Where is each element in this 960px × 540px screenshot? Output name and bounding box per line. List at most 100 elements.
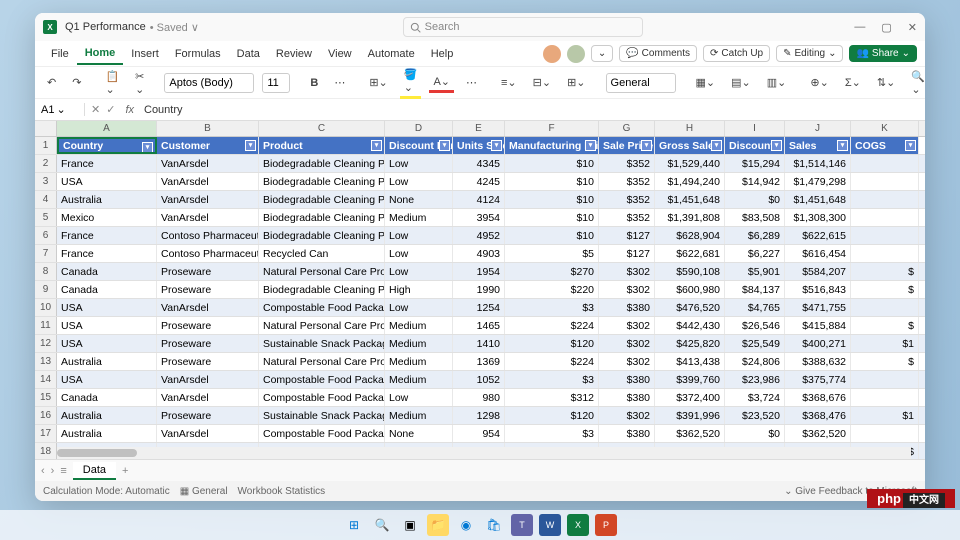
menu-view[interactable]: View (320, 44, 360, 64)
cell[interactable] (851, 209, 919, 226)
cell[interactable]: Contoso Pharmaceuticals (157, 227, 259, 244)
cell[interactable] (851, 389, 919, 406)
cell[interactable]: $312 (505, 389, 599, 406)
minimize-button[interactable]: ― (854, 21, 865, 34)
cell[interactable] (851, 227, 919, 244)
cell[interactable]: Biodegradable Cleaning Products (259, 209, 385, 226)
cell[interactable]: Medium (385, 209, 453, 226)
excel-icon[interactable]: X (567, 514, 589, 536)
cell[interactable]: Australia (57, 425, 157, 442)
cell[interactable]: Proseware (157, 263, 259, 280)
autosum-button[interactable]: Σ⌄ (841, 74, 865, 91)
table-header-cell[interactable]: Discount Band▾ (385, 137, 453, 154)
cell[interactable]: 1052 (453, 371, 505, 388)
cell[interactable]: $380 (599, 389, 655, 406)
word-icon[interactable]: W (539, 514, 561, 536)
catchup-button[interactable]: ⟳ Catch Up (703, 45, 770, 62)
format-painter-button[interactable]: ✂⌄ (131, 68, 148, 98)
cell[interactable]: $391,996 (655, 407, 725, 424)
cell[interactable]: High (385, 281, 453, 298)
cell[interactable]: Canada (57, 389, 157, 406)
workbook-stats[interactable]: Workbook Statistics (238, 486, 326, 497)
cell[interactable]: $413,438 (655, 353, 725, 370)
cell[interactable]: Biodegradable Cleaning Products (259, 227, 385, 244)
cell[interactable]: Proseware (157, 281, 259, 298)
cell[interactable]: Sustainable Snack Packaging (259, 335, 385, 352)
cell[interactable]: $270 (505, 263, 599, 280)
sheet-prev-icon[interactable]: ‹ (41, 465, 45, 477)
filter-dropdown-icon[interactable]: ▾ (641, 140, 652, 151)
row-header[interactable]: 9 (35, 281, 57, 298)
col-header[interactable]: G (599, 121, 655, 136)
cell[interactable]: VanArsdel (157, 389, 259, 406)
cell[interactable]: Canada (57, 263, 157, 280)
cell[interactable]: Biodegradable Cleaning Products (259, 155, 385, 172)
cell[interactable]: $425,820 (655, 335, 725, 352)
cell[interactable]: $84,137 (725, 281, 785, 298)
cell[interactable]: 4903 (453, 245, 505, 262)
sheet-tab[interactable]: Data (73, 462, 116, 480)
cell[interactable]: $471,755 (785, 299, 851, 316)
cell[interactable]: $368,476 (785, 407, 851, 424)
cell[interactable]: $26,546 (725, 317, 785, 334)
cell[interactable]: $127 (599, 227, 655, 244)
cell[interactable]: $6,227 (725, 245, 785, 262)
cell[interactable]: VanArsdel (157, 155, 259, 172)
cell[interactable]: VanArsdel (157, 299, 259, 316)
row-header[interactable]: 5 (35, 209, 57, 226)
table-header-cell[interactable]: Discounts▾ (725, 137, 785, 154)
sheet-list-icon[interactable]: ≡ (60, 465, 66, 477)
cell[interactable]: $23,520 (725, 407, 785, 424)
cell[interactable]: $442,430 (655, 317, 725, 334)
col-header[interactable]: E (453, 121, 505, 136)
cell[interactable]: Proseware (157, 335, 259, 352)
cell[interactable]: Natural Personal Care Products (259, 263, 385, 280)
menu-insert[interactable]: Insert (123, 44, 167, 64)
cell[interactable]: Proseware (157, 317, 259, 334)
cell[interactable]: $622,615 (785, 227, 851, 244)
cell[interactable]: $ (851, 281, 919, 298)
cell[interactable] (851, 173, 919, 190)
cell-styles-button[interactable]: ▥⌄ (763, 74, 791, 91)
start-icon[interactable]: ⊞ (343, 514, 365, 536)
cell[interactable]: $0 (725, 425, 785, 442)
row-header[interactable]: 18 (35, 443, 57, 459)
cell[interactable]: $224 (505, 317, 599, 334)
cell[interactable]: $380 (599, 299, 655, 316)
cell[interactable]: Australia (57, 353, 157, 370)
name-box[interactable]: A1 ⌄ (35, 103, 85, 116)
cell[interactable]: Low (385, 389, 453, 406)
cell[interactable]: VanArsdel (157, 191, 259, 208)
cell[interactable]: 4345 (453, 155, 505, 172)
fill-color-button[interactable]: 🪣⌄ (400, 66, 422, 99)
table-header-cell[interactable]: Customer▾ (157, 137, 259, 154)
insert-cells-button[interactable]: ⊕⌄ (806, 74, 832, 91)
cell[interactable]: $352 (599, 155, 655, 172)
cell[interactable]: $372,400 (655, 389, 725, 406)
cell[interactable]: $5 (505, 245, 599, 262)
cell[interactable] (851, 191, 919, 208)
cell[interactable]: $302 (599, 335, 655, 352)
comments-button[interactable]: 💬 Comments (619, 45, 697, 62)
cell[interactable]: $622,681 (655, 245, 725, 262)
row-header[interactable]: 14 (35, 371, 57, 388)
cell[interactable]: VanArsdel (157, 173, 259, 190)
cell[interactable]: $1,494,240 (655, 173, 725, 190)
font-color-button[interactable]: A⌄ (429, 73, 454, 93)
bold-button[interactable]: B (306, 75, 322, 91)
cell[interactable]: Compostable Food Packaging (259, 425, 385, 442)
presence-button[interactable]: ⌄ (591, 45, 613, 62)
paste-button[interactable]: 📋⌄ (101, 68, 123, 98)
maximize-button[interactable]: ▢ (881, 21, 891, 34)
filter-dropdown-icon[interactable]: ▾ (142, 142, 153, 153)
cell[interactable]: $15,294 (725, 155, 785, 172)
cell[interactable] (851, 425, 919, 442)
cell[interactable]: 954 (453, 425, 505, 442)
cell[interactable]: Biodegradable Cleaning Products (259, 173, 385, 190)
cell[interactable]: Natural Personal Care Products (259, 317, 385, 334)
cell[interactable]: $83,508 (725, 209, 785, 226)
avatar[interactable] (543, 45, 561, 63)
font-name-select[interactable] (164, 73, 254, 93)
cell[interactable]: 4952 (453, 227, 505, 244)
cell[interactable]: $302 (599, 407, 655, 424)
